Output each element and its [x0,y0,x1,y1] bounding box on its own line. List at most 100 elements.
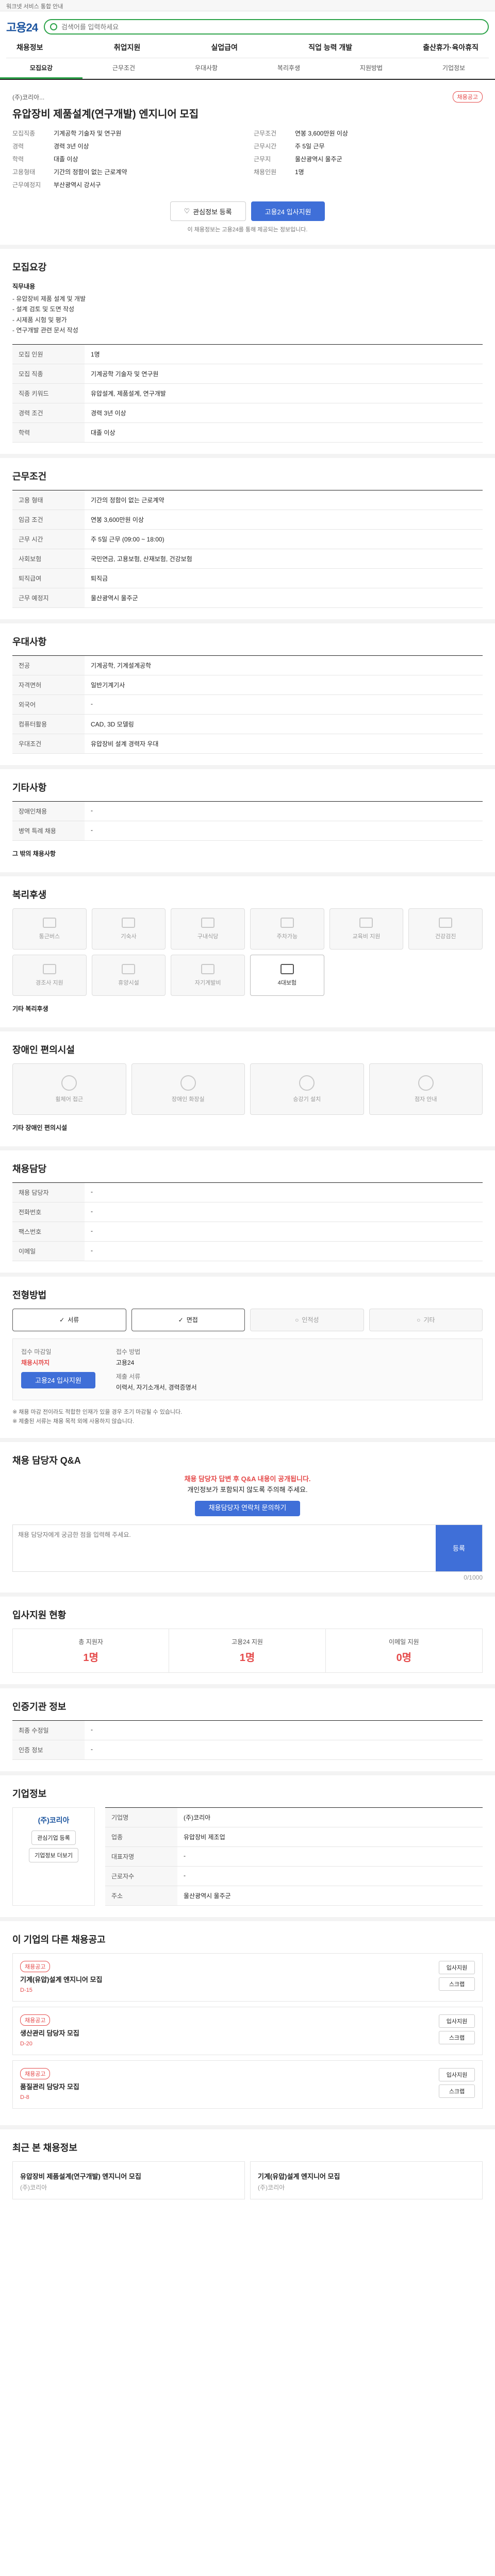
related-card[interactable]: 채용공고 기계(유압)설계 엔지니어 모집 D-15 입사지원 스크랩 [12,1953,483,2002]
gnb-item[interactable]: 출산휴가·육아휴직 [423,42,478,53]
info-section: 인증기관 정보 최종 수정일 - 인증 정보 - [0,1688,495,1775]
row-key: 우대조건 [12,734,85,754]
row-key: 전공 [12,655,85,675]
table-row: 외국어 - [12,694,483,715]
related-card[interactable]: 채용공고 생산관리 담당자 모집 D-20 입사지원 스크랩 [12,2006,483,2055]
row-value: 유압설계, 제품설계, 연구개발 [85,383,483,403]
welfare-item: 기숙사 [91,908,166,950]
company-more-button[interactable]: 기업정보 더보기 [29,1848,78,1862]
card-title[interactable]: 기계(유압)설계 엔지니어 모집 [20,1974,102,1984]
apply-notes: ※ 채용 마감 전이라도 적합한 인재가 있을 경우 조기 마감될 수 있습니다… [12,1409,183,1425]
table-row: 병역 특례 채용 - [12,821,483,841]
welfare-icon [122,963,136,974]
gnb-item[interactable]: 취업지원 [114,42,141,53]
card-dday: D-15 [20,1987,32,1993]
related-card[interactable]: 채용공고품질관리 담당자 모집 D-8 입사지원스크랩 [12,2060,483,2109]
table-row: 업종 유압장비 제조업 [105,1827,483,1847]
method-label: 접수 방법 [116,1348,141,1355]
check-icon: ○ [417,1316,421,1324]
row-key: 기업명 [105,1807,177,1827]
top-notice-bar: 워크넷 서비스 통합 안내 [0,0,495,11]
row-key: 대표자명 [105,1846,177,1867]
row-key: 퇴직급여 [12,568,85,588]
row-value: - [177,1866,483,1886]
summary-key: 고용형태 [12,168,36,176]
gnb-item[interactable]: 직업 능력 개발 [308,42,352,53]
card-title[interactable]: 생산관리 담당자 모집 [20,2028,79,2038]
card-scrap-button[interactable]: 스크랩 [439,1977,475,1991]
row-key: 모집 인원 [12,344,85,364]
card-badge: 채용공고 [20,2067,51,2079]
access-item-label: 휠체어 접근 [55,1096,84,1103]
card-dday: D-20 [20,2040,32,2047]
welfare-extra-label: 기타 복리후생 [12,1005,48,1012]
row-value: - [85,821,483,841]
gnb-item[interactable]: 실업급여 [211,42,238,53]
row-value: CAD, 3D 모델링 [85,714,483,734]
table-row: 자격면허 일반기계기사 [12,675,483,695]
apply-box-button[interactable]: 고용24 입사지원 [21,1371,95,1388]
card-apply-button[interactable]: 입사지원 [439,1960,475,1974]
card-title[interactable]: 품질관리 담당자 모집 [20,2081,79,2091]
card-title[interactable]: 유압장비 제품설계(연구개발) 엔지니어 모집 [20,2171,141,2181]
company-name[interactable]: (주)코리아... [12,93,44,101]
follow-company-button[interactable]: 관심기업 등록 [31,1830,76,1845]
tab-preferences[interactable]: 우대사항 [165,58,248,79]
card-title[interactable]: 기계(유압)설계 엔지니어 모집 [258,2171,340,2181]
row-value: 기계공학, 기계설계공학 [85,655,483,675]
row-key: 사회보험 [12,549,85,569]
status-badge: 채용공고 [452,91,483,103]
tab-recruit[interactable]: 모집요강 [0,58,82,79]
qna-send-button[interactable]: 등록 [436,1524,482,1571]
recent-card[interactable]: 유압장비 제품설계(연구개발) 엔지니어 모집 (주)코리아 [12,2161,245,2199]
card-dday: D-8 [20,2094,29,2100]
section-title: 인증기관 정보 [12,1701,67,1712]
access-item-label: 점자 안내 [414,1096,437,1103]
welfare-item-label: 기숙사 [121,933,137,940]
table-row: 학력 대졸 이상 [12,422,483,443]
card-scrap-button[interactable]: 스크랩 [439,2084,475,2098]
site-logo[interactable]: 고용24 [6,19,38,35]
gnb-item[interactable]: 채용정보 [16,42,43,53]
row-key: 최종 수정일 [12,1720,85,1740]
welfare-icon [122,917,136,928]
section-title: 우대사항 [12,636,47,647]
section-title: 입사지원 현황 [12,1609,67,1620]
table-row: 경력 조건 경력 3년 이상 [12,403,483,423]
row-value: - [85,1740,483,1760]
search-icon[interactable] [50,23,57,30]
row-value: 기간의 정함이 없는 근로계약 [85,490,483,510]
welfare-item: 4대보험 [250,954,324,996]
row-value: 대졸 이상 [85,422,483,443]
heart-icon: ♡ [184,207,190,215]
interest-button[interactable]: ♡ 관심정보 등록 [170,201,246,221]
tab-conditions[interactable]: 근무조건 [82,58,165,79]
card-apply-button[interactable]: 입사지원 [439,2014,475,2028]
row-value: - [85,1720,483,1740]
wheelchair-icon [61,1075,77,1091]
recent-section: 최근 본 채용정보 유압장비 제품설계(연구개발) 엔지니어 모집 (주)코리아 … [0,2129,495,2216]
method-item-label: 인적성 [302,1316,319,1324]
welfare-icon [280,963,294,974]
stat-value: 1명 [239,1652,255,1664]
qna-input[interactable] [13,1524,436,1571]
tab-welfare[interactable]: 복리후생 [248,58,330,79]
section-title: 최근 본 채용정보 [12,2142,77,2153]
access-item-label: 승강기 설치 [293,1096,321,1103]
row-value: 국민연금, 고용보험, 산재보험, 건강보험 [85,549,483,569]
tab-apply[interactable]: 지원방법 [330,58,412,79]
section-title: 복리후생 [12,889,47,900]
check-icon: ○ [295,1316,299,1324]
conditions-table: 고용 형태 기간의 정함이 없는 근로계약 임금 조건 연봉 3,600만원 이상 … [12,489,483,608]
card-scrap-button[interactable]: 스크랩 [439,2030,475,2044]
recent-card[interactable]: 기계(유압)설계 엔지니어 모집 (주)코리아 [250,2161,483,2199]
tab-company[interactable]: 기업정보 [412,58,495,79]
summary-key: 근무지 [254,156,271,163]
summary-key: 근무조건 [254,130,277,137]
qna-form: 등록 [12,1524,483,1572]
qna-contact-button[interactable]: 채용담당자 연락처 문의하기 [194,1500,301,1516]
search-input[interactable] [61,23,483,31]
card-apply-button[interactable]: 입사지원 [439,2067,475,2081]
welfare-item: 구내식당 [171,908,245,950]
apply-button[interactable]: 고용24 입사지원 [251,201,325,221]
